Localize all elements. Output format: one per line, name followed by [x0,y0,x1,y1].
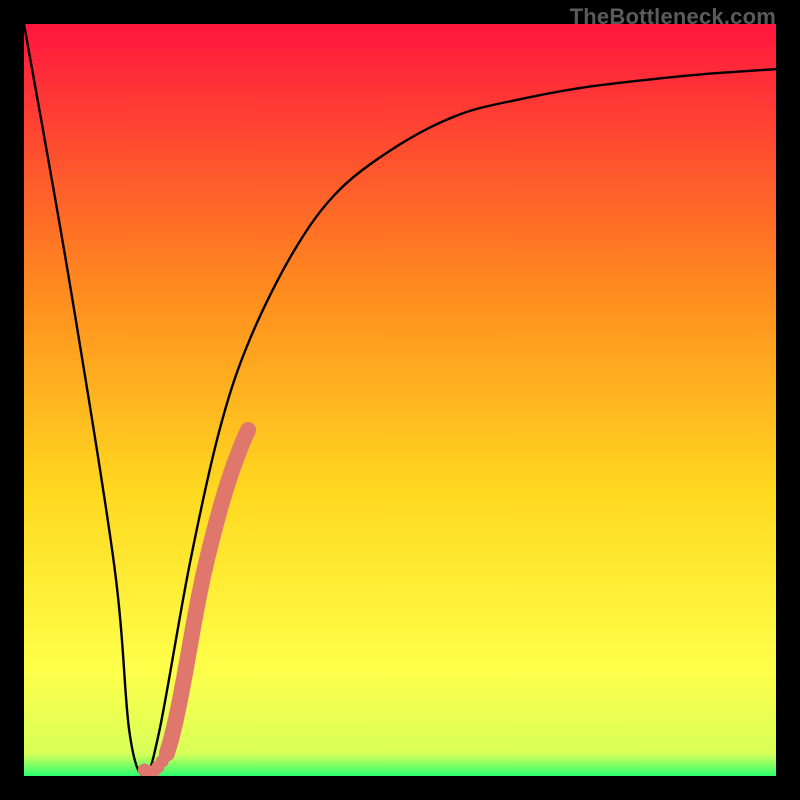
chart-frame: TheBottleneck.com [0,0,800,800]
chart-svg [24,24,776,776]
gradient-background [24,24,776,776]
plot-area [24,24,776,776]
tail-dot [156,754,169,767]
watermark-text: TheBottleneck.com [570,4,776,30]
